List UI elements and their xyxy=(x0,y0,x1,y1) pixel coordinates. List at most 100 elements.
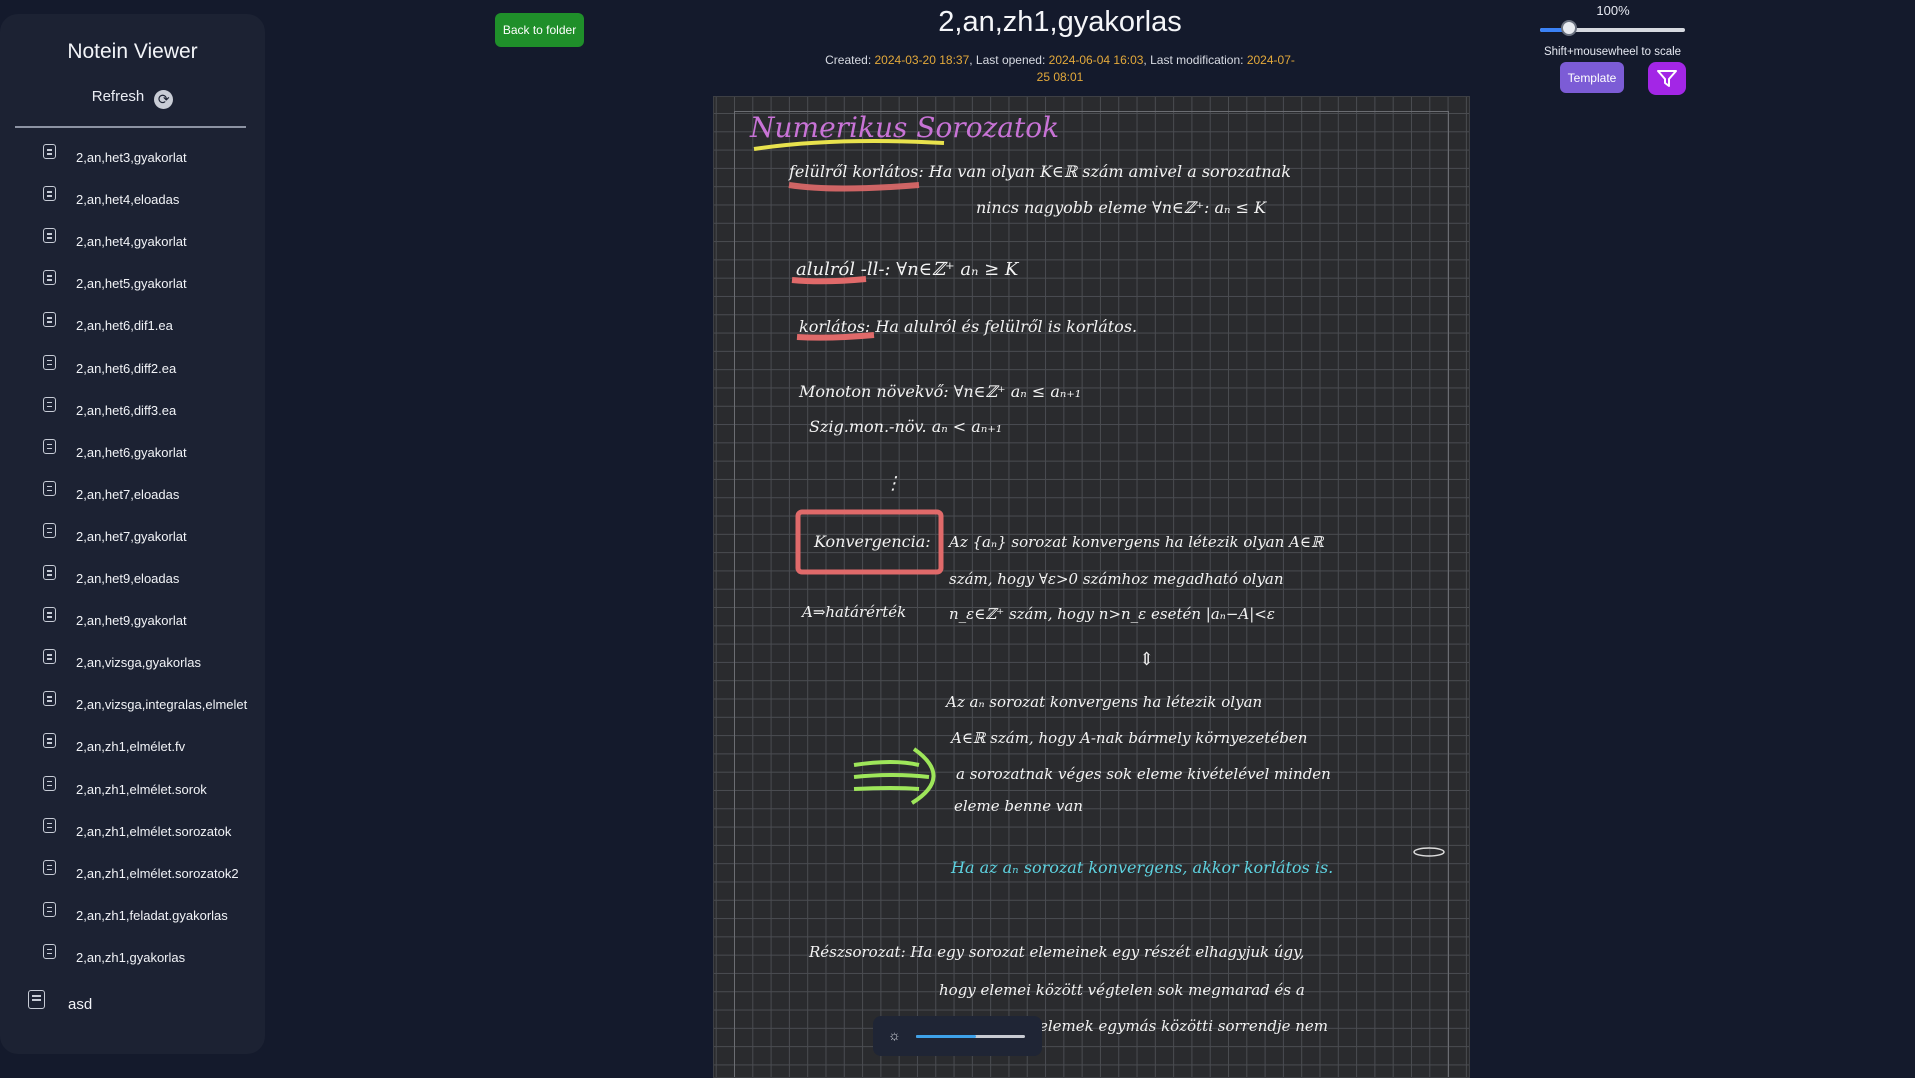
file-item-label: 2,an,het7,eloadas xyxy=(76,486,180,502)
note-line: Részsorozat: Ha egy sorozat elemeinek eg… xyxy=(808,943,1304,961)
document-icon xyxy=(43,438,56,454)
note-line: korlátos: Ha alulról és felülről is korl… xyxy=(799,317,1137,336)
modified-label: Last modification: xyxy=(1150,53,1244,67)
file-item-label: 2,an,zh1,elmélet.sorok xyxy=(76,781,207,797)
opened-label: Last opened: xyxy=(975,53,1046,67)
document-icon xyxy=(43,607,56,623)
file-item[interactable]: 2,an,zh1,elmélet.fv xyxy=(0,730,265,764)
document-title: 2,an,zh1,gyakorlas xyxy=(938,6,1182,38)
file-item[interactable]: 2,an,het5,gyakorlat xyxy=(0,267,265,301)
refresh-icon: ⟳ xyxy=(154,90,174,109)
note-line: felülről korlátos: Ha van olyan K∈ℝ szám… xyxy=(788,162,1291,181)
handwriting-layer: Numerikus Sorozatok felülről korlátos: H… xyxy=(749,111,1445,1035)
note-line: Az aₙ sorozat konvergens ha létezik olya… xyxy=(944,693,1262,711)
file-item[interactable]: 2,an,zh1,elmélet.sorok xyxy=(0,773,265,807)
scale-slider[interactable] xyxy=(1540,20,1685,36)
note-line: Szig.mon.-növ. aₙ < aₙ₊₁ xyxy=(809,417,1002,436)
file-item-label: 2,an,het6,diff2.ea xyxy=(76,360,177,376)
note-line: n_ε∈ℤ⁺ szám, hogy n>n_ε esetén |aₙ−A|<ε xyxy=(949,605,1275,623)
note-line: nincs nagyobb eleme ∀n∈ℤ⁺: aₙ ≤ K xyxy=(976,198,1267,217)
file-item-label: 2,an,het7,gyakorlat xyxy=(76,528,187,544)
file-item[interactable]: 2,an,het3,gyakorlat xyxy=(0,141,265,175)
document-icon xyxy=(43,312,56,328)
opened-date: 2024-06-04 16:03 xyxy=(1048,53,1144,67)
note-line: ⋮ xyxy=(884,473,902,494)
document-icon xyxy=(43,775,56,791)
file-item-label: 2,an,zh1,gyakorlas xyxy=(76,949,186,965)
scale-hint: Shift+mousewheel to scale xyxy=(1543,46,1682,58)
brightness-control[interactable]: ☼ xyxy=(873,1016,1042,1056)
file-item[interactable]: 2,an,het6,dif1.ea xyxy=(0,309,265,343)
document-icon xyxy=(43,396,56,412)
document-icon xyxy=(43,270,56,286)
file-item-label: 2,an,zh1,elmélet.sorozatok2 xyxy=(76,865,239,881)
document-icon xyxy=(43,522,56,538)
green-arrow xyxy=(853,747,936,805)
file-item[interactable]: 2,an,zh1,gyakorlas xyxy=(0,941,265,975)
note-heading: Numerikus Sorozatok xyxy=(749,111,1059,144)
highlight-felulrol xyxy=(788,182,920,192)
document-icon xyxy=(43,480,56,496)
back-to-folder-button[interactable]: Back to folder xyxy=(495,13,584,47)
brightness-fill[interactable] xyxy=(916,1035,976,1038)
document-icon xyxy=(43,901,56,917)
file-item-label: 2,an,het6,dif1.ea xyxy=(76,318,173,334)
sidebar: Notein Viewer Refresh ⟳ 2,an,het3,gyakorl… xyxy=(0,14,265,1054)
note-line: a sorozatnak véges sok eleme kivételével… xyxy=(956,765,1331,783)
document-icon xyxy=(43,354,56,370)
document-icon xyxy=(43,943,56,959)
note-line: Ha az aₙ sorozat konvergens, akkor korlá… xyxy=(950,858,1333,877)
file-item[interactable]: 2,an,het4,gyakorlat xyxy=(0,225,265,259)
document-icon xyxy=(43,565,56,580)
note-line: Konvergencia: xyxy=(813,532,931,551)
note-line: ⇕ xyxy=(1139,649,1154,670)
file-item[interactable]: 2,an,zh1,elmélet.sorozatok2 xyxy=(0,857,265,891)
scale-percent: 100% xyxy=(1596,3,1630,18)
file-item-label: 2,an,het4,eloadas xyxy=(76,192,180,208)
file-item[interactable]: 2,an,het9,gyakorlat xyxy=(0,604,265,638)
note-lines: felülről korlátos: Ha van olyan K∈ℝ szám… xyxy=(788,162,1333,1035)
file-item[interactable]: asd xyxy=(0,987,265,1021)
brightness-icon: ☼ xyxy=(888,1027,901,1043)
file-item[interactable]: 2,an,het9,eloadas xyxy=(0,562,265,596)
note-line: Az {aₙ} sorozat konvergens ha létezik ol… xyxy=(947,533,1325,551)
document-icon xyxy=(43,228,56,244)
note-line: A∈ℝ szám, hogy A-nak bármely környezetéb… xyxy=(949,729,1307,747)
refresh-button[interactable]: Refresh ⟳ xyxy=(0,88,265,109)
file-item-label: 2,an,het6,diff3.ea xyxy=(76,402,177,418)
file-item[interactable]: 2,an,het6,diff2.ea xyxy=(0,352,265,386)
document-icon xyxy=(43,817,56,833)
filter-button[interactable] xyxy=(1648,62,1686,95)
file-item-label: 2,an,vizsga,integralas,elmelet xyxy=(76,697,248,713)
file-item[interactable]: 2,an,het4,eloadas xyxy=(0,183,265,217)
file-item[interactable]: 2,an,het6,diff3.ea xyxy=(0,394,265,428)
file-item-label: 2,an,het9,gyakorlat xyxy=(76,613,187,629)
note-line: eleme benne van xyxy=(954,797,1083,815)
file-item[interactable]: 2,an,zh1,feladat.gyakorlas xyxy=(0,899,265,933)
note-page[interactable]: Numerikus Sorozatok felülről korlátos: H… xyxy=(713,96,1470,1078)
app-title: Notein Viewer xyxy=(67,40,198,63)
document-meta: Created: 2024-03-20 18:37, Last opened: … xyxy=(825,53,1295,84)
file-item[interactable]: 2,an,vizsga,integralas,elmelet xyxy=(0,688,265,722)
created-label: Created: xyxy=(825,53,872,67)
document-icon xyxy=(43,186,56,202)
file-item-label: 2,an,zh1,feladat.gyakorlas xyxy=(76,907,228,923)
file-item-label: 2,an,het9,eloadas xyxy=(76,571,180,586)
document-icon xyxy=(28,990,45,1009)
document-icon xyxy=(43,649,56,665)
refresh-label: Refresh xyxy=(91,88,145,105)
file-item-label: 2,an,het4,gyakorlat xyxy=(76,234,187,250)
file-item[interactable]: 2,an,het7,eloadas xyxy=(0,478,265,512)
scale-slider-thumb[interactable] xyxy=(1561,20,1577,36)
file-item[interactable]: 2,an,zh1,elmélet.sorozatok xyxy=(0,815,265,849)
file-item-label: 2,an,zh1,elmélet.sorozatok xyxy=(76,823,232,839)
template-button[interactable]: Template xyxy=(1560,62,1624,93)
created-date: 2024-03-20 18:37 xyxy=(874,53,970,67)
note-line: A⇒határérték xyxy=(800,603,906,621)
file-item-label: 2,an,vizsga,gyakorlas xyxy=(76,655,202,671)
filter-icon xyxy=(1657,70,1677,87)
file-item-label: 2,an,het6,gyakorlat xyxy=(76,444,187,460)
file-item[interactable]: 2,an,het7,gyakorlat xyxy=(0,520,265,554)
file-item[interactable]: 2,an,het6,gyakorlat xyxy=(0,436,265,470)
file-item[interactable]: 2,an,vizsga,gyakorlas xyxy=(0,646,265,680)
